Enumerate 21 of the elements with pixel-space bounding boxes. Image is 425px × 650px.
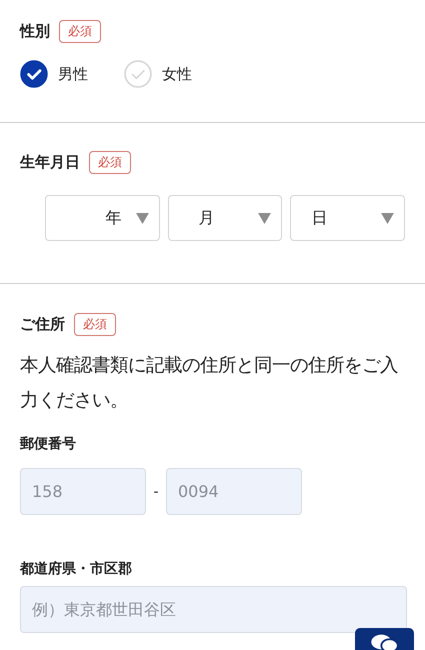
radio-option[interactable]: 男性: [20, 60, 88, 88]
field-label: 郵便番号: [20, 435, 77, 453]
separator: -: [152, 484, 160, 500]
postal-code-field[interactable]: 0094: [166, 468, 302, 515]
field-label: 生年月日: [20, 153, 80, 172]
field-label: 都道府県・市区郡: [20, 560, 133, 578]
city-field[interactable]: 例）東京都世田谷区: [20, 586, 407, 633]
field-label: 性別: [20, 22, 50, 41]
required-badge: 必須: [59, 20, 101, 43]
required-badge: 必須: [74, 313, 116, 336]
date-select[interactable]: 年: [45, 195, 160, 241]
radio-option[interactable]: 女性: [124, 60, 192, 88]
dropdown-arrow-icon: [381, 212, 394, 224]
required-badge: 必須: [89, 151, 131, 174]
date-select[interactable]: 日: [290, 195, 406, 241]
date-select[interactable]: 月: [168, 195, 282, 241]
field-label: ご住所: [20, 315, 65, 334]
address-note: 本人確認書類に記載の住所と同一の住所をご入力ください。: [20, 354, 399, 413]
dropdown-arrow-icon: [136, 212, 149, 224]
dropdown-arrow-icon: [258, 212, 272, 224]
postal-code-field[interactable]: 158: [20, 468, 146, 515]
